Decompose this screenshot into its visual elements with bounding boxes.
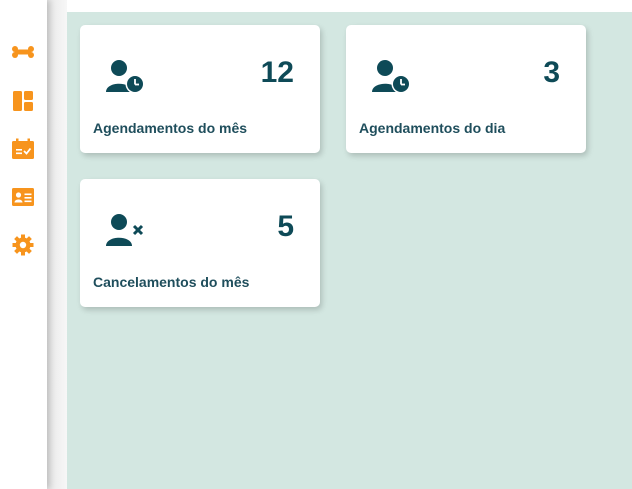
card-label: Agendamentos do dia <box>359 120 506 136</box>
card-value: 3 <box>543 56 560 89</box>
bone-icon[interactable] <box>11 40 35 64</box>
card-value: 5 <box>277 210 294 243</box>
card-label: Cancelamentos do mês <box>93 274 250 290</box>
user-clock-icon <box>370 59 414 95</box>
gear-icon[interactable] <box>11 233 35 257</box>
card-value: 12 <box>260 56 294 89</box>
contact-card-icon[interactable] <box>11 185 35 209</box>
user-times-icon <box>104 213 148 249</box>
dashboard-icon[interactable] <box>11 89 35 113</box>
card-daily-appointments: 3 Agendamentos do dia <box>346 25 586 153</box>
card-label: Agendamentos do mês <box>93 120 248 136</box>
card-monthly-appointments: 12 Agendamentos do mês <box>80 25 320 153</box>
sidebar-gutter <box>47 0 67 489</box>
card-monthly-cancellations: 5 Cancelamentos do mês <box>80 179 320 307</box>
user-clock-icon <box>104 59 148 95</box>
calendar-check-icon[interactable] <box>11 137 35 161</box>
sidebar <box>0 0 47 489</box>
dashboard-main: 12 Agendamentos do mês 3 Agendamentos do… <box>67 12 632 489</box>
